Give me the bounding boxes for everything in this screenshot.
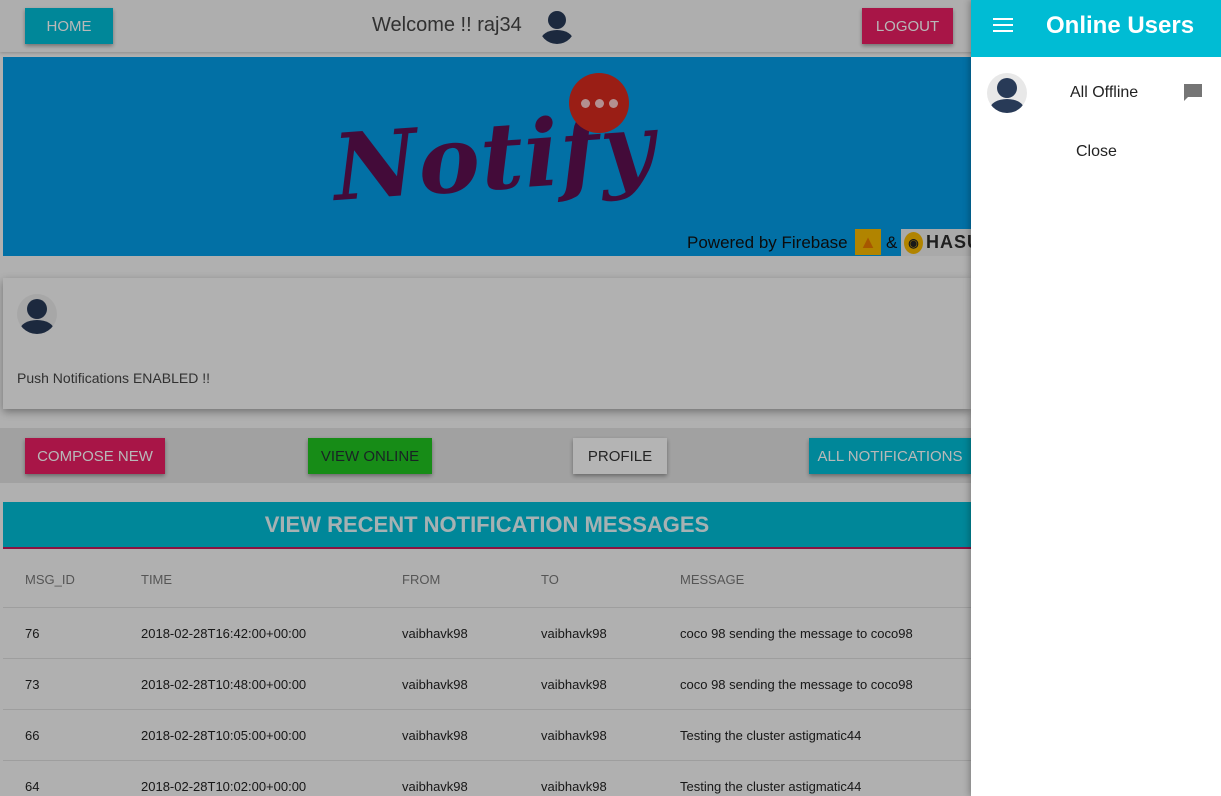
online-users-drawer: Online Users All Offline Close	[971, 0, 1221, 796]
chat-icon[interactable]	[1183, 83, 1203, 102]
modal-backdrop[interactable]	[0, 0, 971, 796]
drawer-title: Online Users	[1046, 12, 1195, 39]
close-button[interactable]: Close	[1076, 143, 1117, 161]
menu-icon[interactable]	[993, 18, 1013, 34]
avatar-icon	[987, 73, 1027, 113]
user-status-text: All Offline	[1070, 84, 1139, 101]
drawer-header: Online Users	[971, 0, 1221, 57]
